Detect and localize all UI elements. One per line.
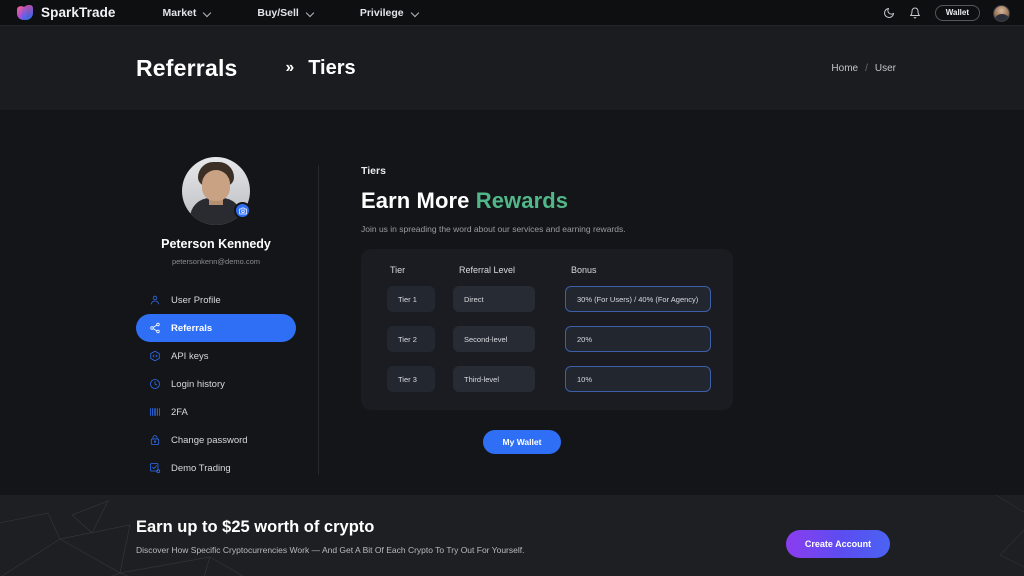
cell-referral-level: Third-level	[453, 366, 535, 392]
section-heading: Earn More Rewards	[361, 188, 921, 214]
tiers-table: Tier Referral Level Bonus Tier 1 Direct …	[361, 249, 733, 410]
lock-icon	[148, 434, 161, 447]
sidebar-item-demo-trading[interactable]: Demo Trading	[136, 454, 296, 482]
sidebar-item-label: Change password	[171, 434, 248, 446]
cell-referral-level: Second-level	[453, 326, 535, 352]
cell-level-wrap: Second-level	[453, 326, 551, 352]
avatar[interactable]	[993, 4, 1010, 22]
page-title: Referrals ›› Tiers	[136, 55, 356, 82]
breadcrumb-home[interactable]: Home	[831, 63, 858, 74]
main-nav: Market Buy/Sell Privilege	[163, 3, 465, 23]
banner-title: Earn up to $25 worth of crypto	[136, 518, 375, 536]
top-navigation-bar: SparkTrade Market Buy/Sell Privilege Wal…	[0, 0, 1024, 26]
table-row: Tier 1 Direct 30% (For Users) / 40% (For…	[387, 286, 711, 312]
table-row: Tier 2 Second-level 20%	[387, 326, 711, 352]
nav-item-market[interactable]: Market	[163, 3, 212, 23]
page-header: Referrals ›› Tiers Home / User	[0, 26, 1024, 110]
nav-label-privilege: Privilege	[359, 6, 404, 19]
cell-level-wrap: Direct	[453, 286, 551, 312]
wallet-button[interactable]: Wallet	[934, 5, 980, 21]
cell-tier-wrap: Tier 3	[387, 366, 445, 392]
barcode-icon	[148, 406, 161, 419]
brand-logo[interactable]: SparkTrade	[17, 4, 116, 21]
sidebar-item-label: Login history	[171, 378, 225, 390]
cell-bonus: 30% (For Users) / 40% (For Agency)	[565, 286, 711, 312]
table-row: Tier 3 Third-level 10%	[387, 366, 711, 392]
cell-level-wrap: Third-level	[453, 366, 551, 392]
profile-sidebar: Peterson Kennedy petersonkenn@demo.com U…	[136, 157, 296, 482]
my-wallet-button[interactable]: My Wallet	[483, 430, 561, 454]
breadcrumb: Home / User	[831, 63, 896, 74]
section-subtext: Join us in spreading the word about our …	[361, 224, 626, 234]
nav-item-privilege[interactable]: Privilege	[360, 3, 419, 23]
sidebar-item-login-history[interactable]: Login history	[136, 370, 296, 398]
app-root: SparkTrade Market Buy/Sell Privilege Wal…	[0, 0, 1024, 576]
cell-tier-wrap: Tier 1	[387, 286, 445, 312]
chevron-down-icon	[307, 9, 314, 16]
sidebar-item-user-profile[interactable]: User Profile	[136, 286, 296, 314]
sidebar-item-label: User Profile	[171, 294, 221, 306]
nav-item-buysell[interactable]: Buy/Sell	[257, 3, 313, 23]
api-key-icon	[148, 350, 161, 363]
cell-bonus: 20%	[565, 326, 711, 352]
profile-email: petersonkenn@demo.com	[171, 257, 261, 266]
breadcrumb-separator: /	[865, 62, 868, 74]
cell-tier: Tier 2	[387, 326, 435, 352]
profile-name: Peterson Kennedy	[161, 237, 271, 251]
top-bar-actions: Wallet	[883, 0, 1010, 26]
profile-menu: User Profile Referrals API keys Login hi…	[136, 286, 296, 482]
page-content: Peterson Kennedy petersonkenn@demo.com U…	[0, 110, 1024, 495]
cell-tier-wrap: Tier 2	[387, 326, 445, 352]
tiers-panel: Tiers Earn More Rewards Join us in sprea…	[361, 165, 921, 454]
cell-bonus-wrap: 20%	[565, 326, 711, 352]
column-divider	[318, 165, 319, 475]
double-chevron-icon: ››	[285, 59, 295, 76]
nav-label-buysell: Buy/Sell	[257, 6, 299, 19]
cell-referral-level: Direct	[453, 286, 535, 312]
camera-icon[interactable]	[234, 202, 251, 219]
page-title-main: Referrals	[136, 54, 238, 81]
sidebar-item-label: Demo Trading	[171, 462, 231, 474]
heading-white: Earn More	[361, 188, 470, 213]
nav-label-market: Market	[162, 6, 197, 19]
sidebar-item-label: API keys	[171, 350, 209, 362]
section-kicker: Tiers	[361, 165, 386, 177]
cell-bonus-wrap: 10%	[565, 366, 711, 392]
column-header-tier: Tier	[390, 265, 406, 275]
clock-icon	[148, 378, 161, 391]
column-header-referral-level: Referral Level	[459, 265, 516, 275]
sidebar-item-referrals[interactable]: Referrals	[136, 314, 296, 342]
user-icon	[148, 294, 161, 307]
sidebar-item-2fa[interactable]: 2FA	[136, 398, 296, 426]
moon-icon[interactable]	[883, 7, 896, 20]
column-header-bonus: Bonus	[571, 265, 597, 275]
chevron-down-icon	[204, 9, 211, 16]
page-title-sub: Tiers	[308, 56, 356, 79]
create-account-button[interactable]: Create Account	[786, 530, 890, 558]
brand-name: SparkTrade	[41, 5, 116, 20]
share-icon	[148, 322, 161, 335]
cell-tier: Tier 1	[387, 286, 435, 312]
cell-bonus: 10%	[565, 366, 711, 392]
chevron-down-icon	[412, 9, 419, 16]
sidebar-item-label: 2FA	[171, 406, 188, 418]
sidebar-item-change-password[interactable]: Change password	[136, 426, 296, 454]
banner-subtitle: Discover How Specific Cryptocurrencies W…	[136, 545, 525, 555]
sidebar-item-api-keys[interactable]: API keys	[136, 342, 296, 370]
demo-trade-icon	[148, 462, 161, 475]
cell-tier: Tier 3	[387, 366, 435, 392]
sidebar-item-label: Referrals	[171, 322, 213, 334]
breadcrumb-current: User	[874, 62, 896, 74]
profile-avatar-wrapper	[182, 157, 251, 225]
heading-accent: Rewards	[475, 188, 569, 213]
table-header-row: Tier Referral Level Bonus	[387, 265, 711, 275]
bell-icon[interactable]	[909, 7, 922, 20]
cell-bonus-wrap: 30% (For Users) / 40% (For Agency)	[565, 286, 711, 312]
sparktrade-logo-icon	[17, 4, 34, 21]
